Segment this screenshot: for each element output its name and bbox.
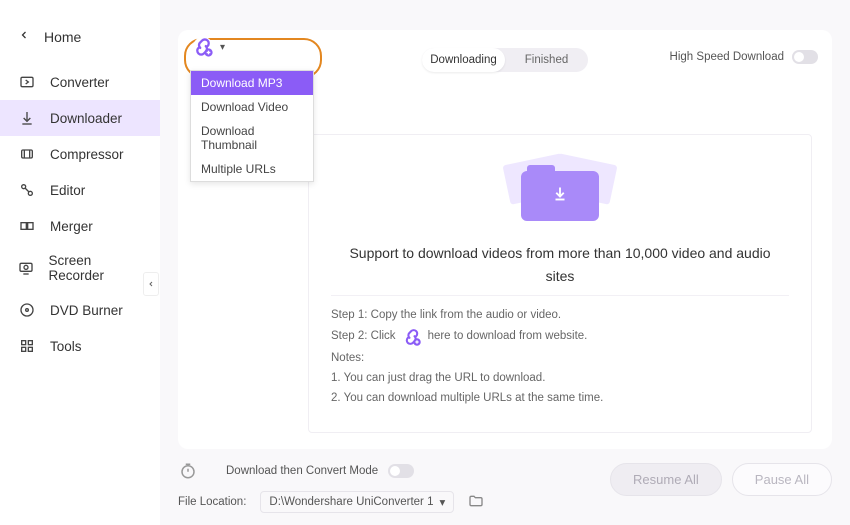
tab-downloading[interactable]: Downloading [422, 48, 505, 72]
footer: Download then Convert Mode Resume All Pa… [178, 455, 832, 519]
collapse-sidebar-button[interactable] [143, 272, 159, 296]
chevron-down-icon: ▾ [220, 42, 225, 53]
resume-all-button[interactable]: Resume All [610, 463, 722, 496]
sidebar-item-screen-recorder[interactable]: Screen Recorder [0, 244, 160, 292]
sidebar-item-label: Screen Recorder [48, 253, 142, 283]
step-1: Step 1: Copy the link from the audio or … [331, 307, 789, 324]
home-label: Home [44, 29, 81, 45]
dropdown-item-multiple[interactable]: Multiple URLs [191, 157, 313, 181]
download-folder-illustration [510, 157, 610, 229]
sidebar-item-editor[interactable]: Editor [0, 172, 160, 208]
download-link-icon [192, 36, 214, 58]
empty-panel: Support to download videos from more tha… [308, 134, 812, 433]
convert-mode-label: Download then Convert Mode [226, 465, 378, 477]
sidebar-item-label: Merger [50, 219, 93, 234]
download-link-icon [402, 327, 422, 347]
tab-finished[interactable]: Finished [505, 48, 588, 72]
open-folder-button[interactable] [468, 493, 484, 512]
empty-headline-2: sites [331, 266, 789, 286]
sidebar-item-label: Compressor [50, 147, 124, 162]
sidebar-item-tools[interactable]: Tools [0, 328, 160, 364]
sidebar-item-compressor[interactable]: Compressor [0, 136, 160, 172]
converter-icon [18, 73, 36, 91]
dropdown-item-video[interactable]: Download Video [191, 95, 313, 119]
file-location-select[interactable]: D:\Wondershare UniConverter 1 ▾ [260, 491, 454, 513]
sidebar: Home Converter Downloader Compressor Edi… [0, 0, 160, 525]
note-2: 2. You can download multiple URLs at the… [331, 390, 789, 407]
main-card: ▾ Download MP3 Download Video Download T… [178, 30, 832, 449]
dvd-icon [18, 301, 36, 319]
step-2a: Step 2: Click [331, 328, 396, 345]
compressor-icon [18, 145, 36, 163]
file-location-label: File Location: [178, 496, 246, 508]
sidebar-item-label: Downloader [50, 111, 122, 126]
file-location-value: D:\Wondershare UniConverter 1 [269, 496, 433, 508]
pause-all-button[interactable]: Pause All [732, 463, 832, 496]
sidebar-item-label: Converter [50, 75, 109, 90]
note-1: 1. You can just drag the URL to download… [331, 370, 789, 387]
sidebar-item-dvd-burner[interactable]: DVD Burner [0, 292, 160, 328]
empty-headline-1: Support to download videos from more tha… [331, 243, 789, 263]
back-icon [18, 28, 30, 46]
sidebar-item-downloader[interactable]: Downloader [0, 100, 160, 136]
segmented-control: Downloading Finished [422, 48, 588, 72]
downloader-icon [18, 109, 36, 127]
dropdown-item-mp3[interactable]: Download MP3 [191, 71, 313, 95]
home-nav[interactable]: Home [0, 20, 160, 64]
high-speed-toggle[interactable] [792, 50, 818, 64]
notes-label: Notes: [331, 350, 789, 367]
merger-icon [18, 217, 36, 235]
sidebar-item-label: Tools [50, 339, 82, 354]
sidebar-item-label: DVD Burner [50, 303, 123, 318]
screen-recorder-icon [18, 259, 34, 277]
tools-icon [18, 337, 36, 355]
step-2b: here to download from website. [428, 328, 588, 345]
chevron-down-icon: ▾ [439, 495, 445, 509]
sidebar-item-converter[interactable]: Converter [0, 64, 160, 100]
chevron-left-icon [147, 280, 155, 288]
convert-mode-toggle[interactable] [388, 464, 414, 478]
sidebar-item-merger[interactable]: Merger [0, 208, 160, 244]
editor-icon [18, 181, 36, 199]
sidebar-item-label: Editor [50, 183, 85, 198]
download-url-button[interactable]: ▾ [192, 36, 225, 58]
high-speed-label: High Speed Download [670, 51, 784, 63]
timer-icon[interactable] [178, 461, 198, 481]
download-dropdown: Download MP3 Download Video Download Thu… [190, 70, 314, 182]
dropdown-item-thumbnail[interactable]: Download Thumbnail [191, 119, 313, 157]
